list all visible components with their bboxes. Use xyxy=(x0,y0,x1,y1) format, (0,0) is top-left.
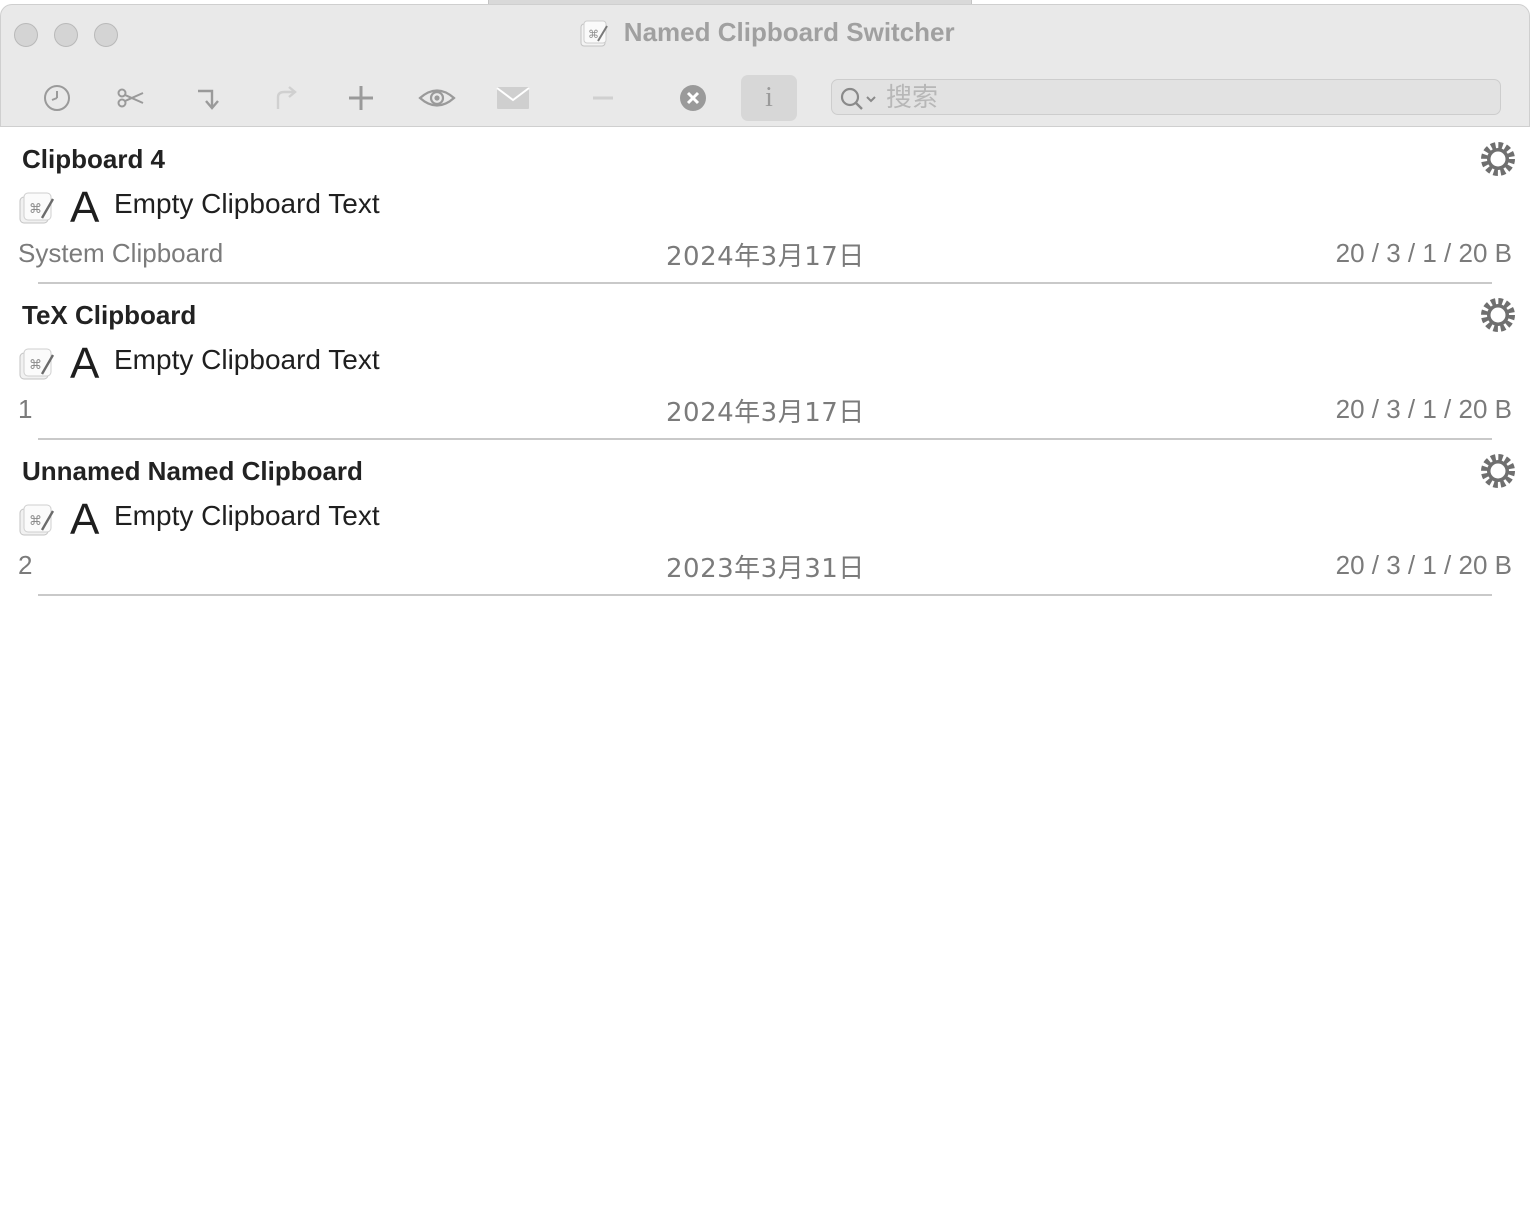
cut-button[interactable] xyxy=(103,75,159,121)
redo-button[interactable] xyxy=(257,75,313,121)
eye-icon xyxy=(418,89,456,107)
scissors-icon xyxy=(117,88,144,108)
info-icon: i xyxy=(765,82,773,113)
arrow-redo-icon xyxy=(276,86,297,109)
clipboard-name: Clipboard 4 xyxy=(22,144,166,174)
svg-text:⌘: ⌘ xyxy=(29,358,42,373)
remove-clipboard-button[interactable] xyxy=(575,75,631,121)
clipboard-app-icon: ⌘ xyxy=(19,192,55,224)
clipboard-row[interactable]: Unnamed Named Clipboard ⌘ A Empty Clipbo… xyxy=(0,440,1532,596)
clipboard-source: 2 xyxy=(18,550,33,580)
clear-clipboard-button[interactable] xyxy=(665,75,721,121)
history-button[interactable] xyxy=(29,75,85,121)
window-title: Named Clipboard Switcher xyxy=(623,17,955,47)
clipboard-stats: 20 / 3 / 1 / 20 B xyxy=(1335,394,1512,424)
search-input[interactable] xyxy=(884,82,1488,114)
clipboard-content: Empty Clipboard Text xyxy=(114,344,380,375)
clock-icon xyxy=(44,85,70,111)
text-type-icon: A xyxy=(70,339,100,388)
clipboard-list: Clipboard 4 ⌘ A Empty Clipboard Text Sys… xyxy=(0,128,1532,596)
add-clipboard-button[interactable] xyxy=(333,75,389,121)
clipboard-content: Empty Clipboard Text xyxy=(114,188,380,219)
titlebar-toolbar: ⌘ Named Clipboard Switcher i 搜索 xyxy=(0,4,1530,127)
envelope-icon xyxy=(496,87,530,109)
clipboard-app-icon: ⌘ xyxy=(579,18,611,48)
svg-text:⌘: ⌘ xyxy=(29,202,42,217)
clipboard-date: 2023年3月31日 xyxy=(666,554,865,584)
clipboard-content: Empty Clipboard Text xyxy=(114,500,380,531)
clipboard-app-icon: ⌘ xyxy=(19,348,55,380)
app-window: ⌘ Named Clipboard Switcher i 搜索 Clipboar… xyxy=(0,0,1532,1222)
clipboard-name: Unnamed Named Clipboard xyxy=(22,456,363,486)
svg-text:⌘: ⌘ xyxy=(29,514,42,529)
clipboard-source: 1 xyxy=(18,394,33,424)
email-button[interactable] xyxy=(485,75,541,121)
clipboard-stats: 20 / 3 / 1 / 20 B xyxy=(1335,550,1512,580)
switch-clipboard-button[interactable] xyxy=(181,75,237,121)
search-icon xyxy=(840,87,876,110)
text-type-icon: A xyxy=(70,495,100,544)
clipboard-row[interactable]: TeX Clipboard ⌘ A Empty Clipboard Text 1… xyxy=(0,284,1532,440)
text-type-icon: A xyxy=(70,183,100,232)
clipboard-date: 2024年3月17日 xyxy=(666,398,865,428)
clipboard-source: System Clipboard xyxy=(18,238,224,268)
clipboard-row[interactable]: Clipboard 4 ⌘ A Empty Clipboard Text Sys… xyxy=(0,128,1532,284)
clipboard-app-icon: ⌘ xyxy=(19,504,55,536)
x-circle-icon xyxy=(680,85,706,111)
gear-icon[interactable] xyxy=(1478,451,1518,491)
plus-icon xyxy=(349,86,373,110)
minus-icon xyxy=(593,96,613,100)
gear-icon[interactable] xyxy=(1478,139,1518,179)
preview-button[interactable] xyxy=(409,75,465,121)
search-field[interactable] xyxy=(831,79,1501,115)
clipboard-stats: 20 / 3 / 1 / 20 B xyxy=(1335,238,1512,268)
arrow-turn-down-icon xyxy=(198,89,219,110)
svg-text:⌘: ⌘ xyxy=(588,28,599,41)
clipboard-name: TeX Clipboard xyxy=(22,300,197,330)
gear-icon[interactable] xyxy=(1478,295,1518,335)
row-divider xyxy=(38,594,1492,596)
clipboard-date: 2024年3月17日 xyxy=(666,242,865,272)
window-title-area: ⌘ Named Clipboard Switcher xyxy=(1,17,1532,48)
info-button[interactable]: i xyxy=(741,75,797,121)
